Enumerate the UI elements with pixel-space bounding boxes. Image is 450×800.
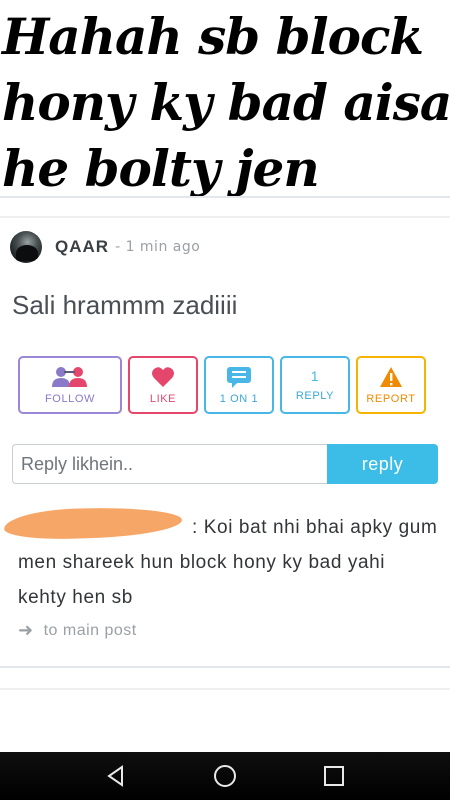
heart-icon <box>151 365 175 389</box>
follow-button[interactable]: FOLLOW <box>18 356 122 414</box>
reply-submit-button[interactable]: reply <box>327 444 438 484</box>
action-bar: FOLLOW LIKE 1 ON 1 1 REPLY REPORT <box>18 356 428 416</box>
to-main-post-link[interactable]: ➜ to main post <box>18 620 137 641</box>
divider <box>0 666 450 668</box>
reply-count-button[interactable]: 1 REPLY <box>280 356 350 414</box>
divider <box>0 688 450 690</box>
follow-label: FOLLOW <box>44 393 96 405</box>
one-on-one-button[interactable]: 1 ON 1 <box>204 356 274 414</box>
avatar[interactable] <box>10 231 42 263</box>
people-icon <box>51 365 89 389</box>
post-time: - 1 min ago <box>115 239 201 255</box>
like-button[interactable]: LIKE <box>128 356 198 414</box>
post-header: QAAR - 1 min ago <box>10 230 200 264</box>
android-nav-bar <box>0 752 450 800</box>
reply-input[interactable] <box>12 444 328 484</box>
author-name[interactable]: QAAR <box>55 237 109 257</box>
warning-icon <box>379 365 403 389</box>
caption-line-2: hony ky bad aisa <box>2 73 450 132</box>
caption-line-1: Hahah sb block <box>2 7 424 66</box>
report-button[interactable]: REPORT <box>356 356 426 414</box>
home-icon[interactable] <box>210 761 240 791</box>
post-body: Sali hrammm zadiiii <box>12 290 238 320</box>
recents-icon[interactable] <box>319 761 349 791</box>
to-main-post-label: to main post <box>43 621 137 639</box>
chat-icon <box>226 365 252 389</box>
one-on-one-label: 1 ON 1 <box>219 393 259 405</box>
back-icon[interactable] <box>101 761 131 791</box>
report-label: REPORT <box>366 393 416 405</box>
post-card: QAAR - 1 min ago Sali hrammm zadiiii FOL… <box>0 218 450 668</box>
reply-label: REPLY <box>295 390 335 402</box>
caption-line-3: he bolty jen <box>2 139 320 198</box>
arrow-right-icon: ➜ <box>18 620 34 640</box>
reply-count: 1 <box>310 368 320 384</box>
divider <box>0 196 450 198</box>
reply-text: : Koi bat nhi bhai apky gum men shareek … <box>18 517 438 608</box>
like-label: LIKE <box>149 393 177 405</box>
meme-caption: Hahah sb block hony ky bad aisa he bolty… <box>0 4 450 202</box>
